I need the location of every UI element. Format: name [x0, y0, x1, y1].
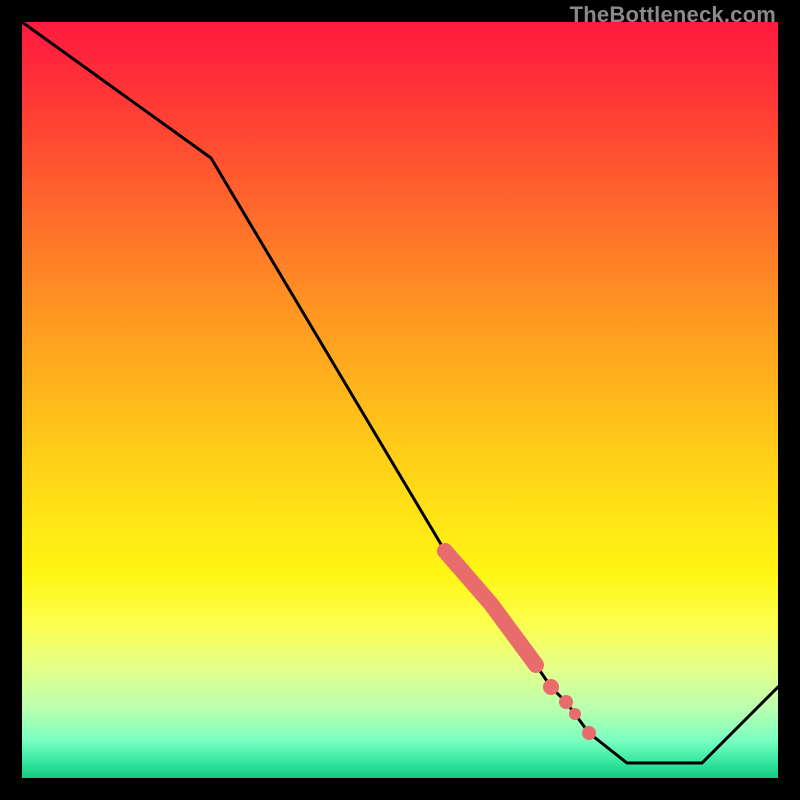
curve-line — [22, 22, 778, 763]
highlight-segment — [445, 551, 536, 665]
watermark-label: TheBottleneck.com — [570, 2, 776, 28]
highlight-dot — [582, 726, 596, 740]
highlight-dot — [569, 708, 581, 720]
chart-overlay — [22, 22, 778, 778]
chart-frame: TheBottleneck.com — [0, 0, 800, 800]
highlight-dot — [543, 679, 559, 695]
highlight-dot — [559, 695, 573, 709]
plot-area — [22, 22, 778, 778]
